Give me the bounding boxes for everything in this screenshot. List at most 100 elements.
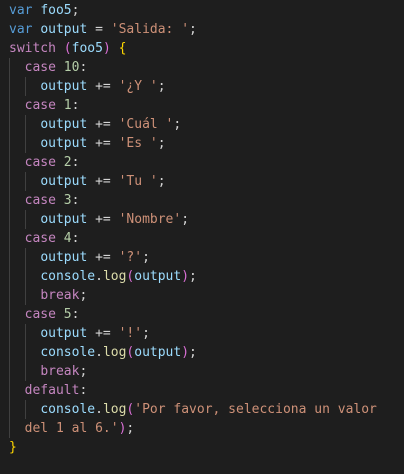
indent-guide bbox=[9, 400, 10, 419]
code-token: case bbox=[24, 98, 56, 113]
indent-guide bbox=[9, 286, 10, 305]
code-token: 4 bbox=[63, 231, 72, 246]
code-area[interactable]: var foo5; var output = 'Salida: '; switch … bbox=[9, 1, 377, 457]
code-token: 'Salida: ' bbox=[110, 22, 190, 37]
indent-guide bbox=[9, 77, 10, 96]
code-token: ; bbox=[157, 136, 166, 151]
code-token: : bbox=[71, 98, 80, 113]
indent-guide bbox=[24, 77, 26, 96]
indent-guide bbox=[24, 324, 26, 343]
code-line[interactable]: case 1: bbox=[9, 96, 377, 115]
indent-guide bbox=[9, 324, 10, 343]
code-token: ( bbox=[63, 41, 72, 56]
code-token: 'Por favor, selecciona un valor bbox=[134, 402, 377, 417]
code-token: case bbox=[24, 60, 56, 75]
code-token: ; bbox=[181, 212, 190, 227]
code-line[interactable]: output += 'Nombre'; bbox=[9, 210, 377, 229]
indent-guide bbox=[9, 419, 10, 438]
code-token: '?' bbox=[118, 250, 143, 265]
code-token: 5 bbox=[63, 307, 72, 322]
code-token: foo5 bbox=[71, 41, 103, 56]
code-token: . bbox=[95, 345, 103, 360]
code-token: 'Cuál ' bbox=[118, 117, 174, 132]
code-token: case bbox=[24, 231, 56, 246]
code-token: output bbox=[134, 269, 182, 284]
code-token: : bbox=[71, 231, 80, 246]
indent-guide bbox=[9, 58, 10, 77]
code-token: del 1 al 6.' bbox=[24, 421, 119, 436]
code-token: . bbox=[95, 402, 103, 417]
code-line[interactable]: switch (foo5) { bbox=[9, 39, 377, 58]
code-line[interactable]: case 5: bbox=[9, 305, 377, 324]
code-line[interactable]: del 1 al 6.'); bbox=[9, 419, 377, 438]
code-token: ; bbox=[157, 174, 166, 189]
code-token: ; bbox=[189, 269, 197, 284]
indent-guide bbox=[9, 229, 10, 248]
code-line[interactable]: output += '!'; bbox=[9, 324, 377, 343]
code-token: { bbox=[118, 41, 127, 56]
code-line[interactable]: case 2: bbox=[9, 153, 377, 172]
indent-guide bbox=[9, 267, 10, 286]
indent-guide bbox=[9, 134, 10, 153]
code-token: ; bbox=[71, 3, 80, 18]
code-line[interactable]: console.log(output); bbox=[9, 267, 377, 286]
code-line[interactable]: } bbox=[9, 438, 377, 457]
code-line[interactable]: case 10: bbox=[9, 58, 377, 77]
code-token: += bbox=[87, 174, 119, 189]
code-line[interactable]: var output = 'Salida: '; bbox=[9, 20, 377, 39]
code-token: output bbox=[40, 212, 88, 227]
code-token: output bbox=[40, 22, 88, 37]
indent-guide bbox=[24, 134, 26, 153]
code-line[interactable]: output += '?'; bbox=[9, 248, 377, 267]
code-line[interactable]: break; bbox=[9, 362, 377, 381]
code-token: ; bbox=[189, 345, 197, 360]
indent-guide bbox=[9, 381, 10, 400]
code-token: ; bbox=[142, 250, 150, 265]
code-line[interactable]: console.log('Por favor, selecciona un va… bbox=[9, 400, 377, 419]
code-token: var bbox=[9, 22, 33, 37]
code-line[interactable]: case 3: bbox=[9, 191, 377, 210]
code-token: output bbox=[40, 117, 88, 132]
code-line[interactable]: output += 'Cuál '; bbox=[9, 115, 377, 134]
code-token: ; bbox=[142, 326, 150, 341]
code-token: log bbox=[102, 269, 127, 284]
code-line[interactable]: default: bbox=[9, 381, 377, 400]
code-token: output bbox=[40, 136, 88, 151]
code-token: += bbox=[87, 79, 119, 94]
code-token: '!' bbox=[118, 326, 143, 341]
code-line[interactable]: output += '¿Y '; bbox=[9, 77, 377, 96]
code-line[interactable]: output += 'Es '; bbox=[9, 134, 377, 153]
code-token: case bbox=[24, 307, 56, 322]
code-line[interactable]: output += 'Tu '; bbox=[9, 172, 377, 191]
indent-guide bbox=[9, 115, 10, 134]
code-token: console bbox=[40, 402, 96, 417]
code-line[interactable]: var foo5; bbox=[9, 1, 377, 20]
indent-guide bbox=[24, 267, 26, 286]
code-token: var bbox=[9, 3, 33, 18]
code-token: : bbox=[71, 307, 80, 322]
code-token: ) bbox=[181, 269, 190, 284]
code-token: 3 bbox=[63, 193, 72, 208]
indent-guide bbox=[24, 248, 26, 267]
code-token: log bbox=[102, 402, 127, 417]
code-token: 1 bbox=[63, 98, 72, 113]
code-token: console bbox=[40, 269, 96, 284]
code-editor[interactable]: var foo5; var output = 'Salida: '; switch … bbox=[0, 0, 404, 474]
code-token: 'Nombre' bbox=[118, 212, 182, 227]
code-token: += bbox=[87, 250, 119, 265]
code-token: ) bbox=[181, 345, 190, 360]
code-token: 10 bbox=[63, 60, 80, 75]
code-line[interactable]: break; bbox=[9, 286, 377, 305]
code-token: : bbox=[71, 155, 80, 170]
code-line[interactable]: console.log(output); bbox=[9, 343, 377, 362]
code-token: ; bbox=[189, 22, 197, 37]
code-token: = bbox=[87, 22, 111, 37]
code-token: += bbox=[87, 136, 119, 151]
code-token: ; bbox=[173, 117, 182, 132]
code-line[interactable]: case 4: bbox=[9, 229, 377, 248]
